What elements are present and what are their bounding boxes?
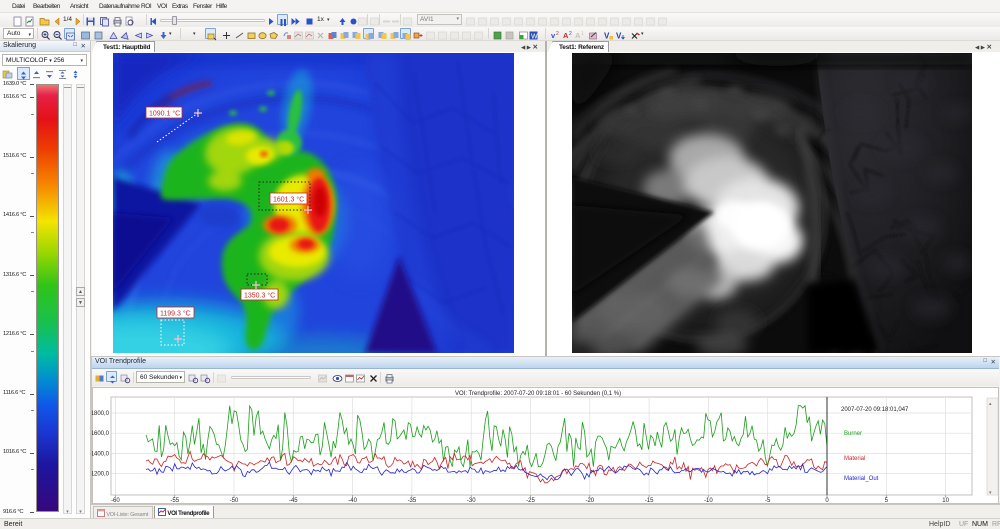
svg-text:1601.3 °C: 1601.3 °C <box>273 196 304 204</box>
svg-text:W: W <box>531 34 538 41</box>
svg-text:1600,0: 1600,0 <box>92 431 110 437</box>
svg-text:1200,0: 1200,0 <box>92 472 110 478</box>
svg-text:Material: Material <box>844 456 865 462</box>
svg-text:1400,0: 1400,0 <box>92 452 110 458</box>
svg-text:Burner: Burner <box>844 431 862 437</box>
svg-text:2: 2 <box>556 31 559 37</box>
svg-text:1199.3 °C: 1199.3 °C <box>160 310 191 318</box>
svg-text:1090.1 °C: 1090.1 °C <box>149 110 180 118</box>
svg-text:2007-07-20 09:18:01,047: 2007-07-20 09:18:01,047 <box>841 407 909 413</box>
svg-text:V: V <box>604 32 610 41</box>
svg-text:V: V <box>616 32 622 41</box>
svg-text:1: 1 <box>581 31 584 37</box>
svg-text:VOI: Trendprofile: 2007-07-20: VOI: Trendprofile: 2007-07-20 09:18:01 -… <box>455 391 621 397</box>
svg-text:1800,0: 1800,0 <box>92 411 110 417</box>
svg-text:1350.3 °C: 1350.3 °C <box>244 292 275 300</box>
svg-text:Material_Out: Material_Out <box>844 476 879 482</box>
svg-text:2: 2 <box>569 31 572 37</box>
